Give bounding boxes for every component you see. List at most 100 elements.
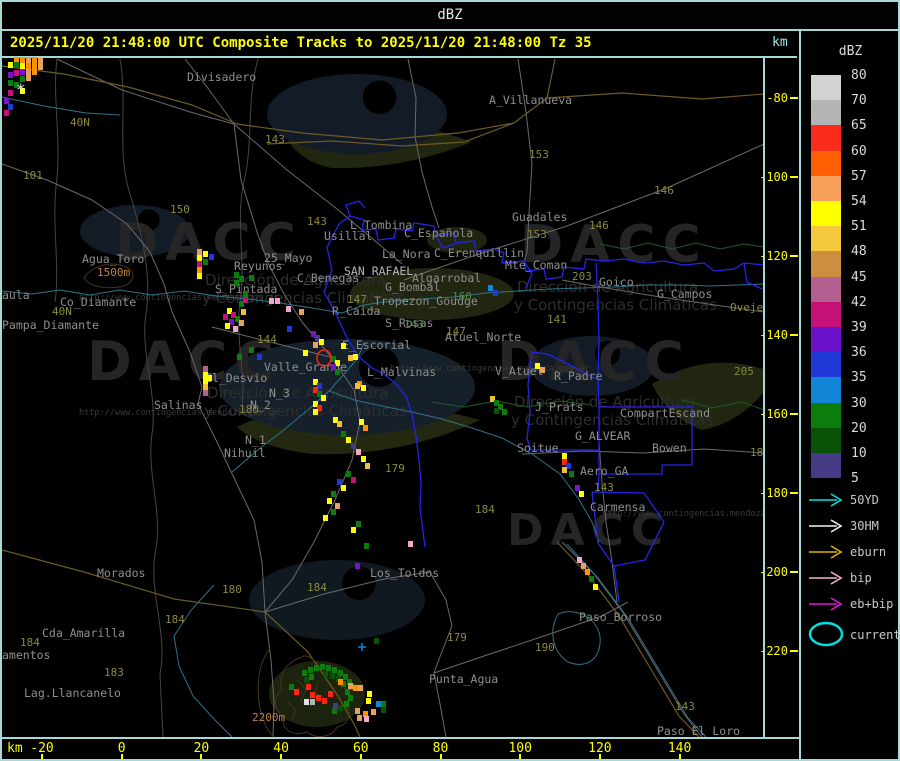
road-number-label: 160 [452, 290, 472, 303]
echo-cell [8, 80, 13, 86]
current-ellipse-icon [808, 621, 844, 647]
echo-cell [355, 563, 360, 569]
road-number-label: 141 [547, 313, 567, 326]
bottom-axis-unit: km [7, 741, 23, 756]
echo-cell [313, 342, 318, 348]
road-number-label: 179 [385, 462, 405, 475]
right-axis-tick-mark [790, 255, 798, 257]
bottom-axis-tick-mark [678, 754, 681, 759]
echo-cell [203, 390, 208, 396]
echo-cell [32, 69, 37, 75]
echo-cell [331, 509, 336, 515]
echo-cell [359, 419, 364, 425]
echo-cell [314, 665, 319, 671]
scale-value-label: 35 [851, 370, 867, 386]
echo-cell [4, 110, 9, 116]
echo-cell [322, 698, 327, 704]
place-label: N_3 [269, 386, 290, 400]
scale-color-block [811, 100, 841, 126]
echo-cell [26, 75, 31, 81]
echo-cell [239, 320, 244, 326]
bottom-axis-tick-mark [200, 754, 203, 759]
echo-cell [209, 254, 214, 260]
place-label: Agua_Toro [82, 252, 144, 266]
echo-cell [38, 64, 43, 70]
road-number-label: 184 [165, 613, 185, 626]
place-label: J_Prats [535, 400, 583, 414]
echo-cell [321, 395, 326, 401]
right-axis-tick-mark [790, 97, 798, 99]
echo-cell [502, 409, 507, 415]
echo-cell [367, 691, 372, 697]
echo-cell [365, 463, 370, 469]
road-number-label: 143 [307, 215, 327, 228]
road-line [184, 58, 235, 125]
place-label: Nihuil [224, 446, 266, 460]
echo-cell [540, 367, 545, 373]
place-label: R_Padre [554, 369, 603, 383]
right-axis-tick-label: -120 [759, 249, 788, 263]
scale-value-label: 54 [851, 194, 867, 209]
scale-color-block [811, 201, 841, 227]
echo-cell [275, 298, 280, 304]
echo-cell [363, 425, 368, 431]
echo-cell [577, 557, 582, 563]
scale-value-label: 42 [851, 294, 867, 310]
place-label: G_ALVEAR [575, 429, 630, 443]
echo-cell [26, 69, 31, 75]
scale-value-label: 80 [851, 68, 867, 83]
echo-cell [249, 275, 254, 281]
echo-cell [234, 280, 239, 286]
place-label: Guadales [512, 210, 567, 224]
place-label: CompartEscand [620, 406, 710, 420]
echo-cell [304, 677, 309, 683]
echo-cell [308, 667, 313, 673]
echo-cell [341, 431, 346, 437]
scale-value-label: 20 [851, 420, 867, 436]
echo-cell [249, 347, 254, 353]
road-number-label: 153 [529, 148, 549, 161]
place-label: Punta_Agua [429, 672, 498, 686]
scale-title: dBZ [838, 44, 863, 59]
echo-cell [366, 698, 371, 704]
echo-cell [304, 699, 309, 705]
scale-value-label: 30 [851, 395, 867, 411]
scale-color-block [811, 276, 841, 302]
place-label: Bowen [652, 441, 687, 455]
road-number-label: 143 [265, 133, 285, 146]
road-number-label: 144 [257, 333, 277, 346]
legend-label-current: current [850, 628, 900, 642]
right-axis-tick-label: -220 [759, 644, 788, 658]
echo-cell [408, 541, 413, 547]
road-number-label: 203 [572, 270, 592, 283]
river-line [173, 584, 233, 737]
echo-cell [562, 467, 567, 473]
scale-value-label: 10 [851, 446, 867, 461]
eburn-arrow-icon [809, 545, 843, 559]
place-label: Usillal [324, 229, 372, 243]
echo-cell [364, 543, 369, 549]
dacc-watermark-text: DACC [497, 330, 691, 393]
echo-cell [579, 491, 584, 497]
echo-cell [371, 709, 376, 715]
echo-cell [257, 354, 262, 360]
scale-color-block [811, 301, 841, 327]
road-number-label: 150 [170, 203, 190, 216]
echo-cell [328, 691, 333, 697]
echo-cell [310, 699, 315, 705]
echo-cell [26, 57, 31, 63]
echo-cell [225, 323, 230, 329]
scale-value-label: 51 [851, 219, 867, 235]
scale-color-block [811, 352, 841, 378]
scale-color-block [811, 125, 841, 151]
echo-cell [330, 673, 335, 679]
echo-cell [289, 684, 294, 690]
place-label: Salinas [154, 398, 202, 412]
echo-cell [331, 491, 336, 497]
right-axis-tick-mark [790, 413, 798, 415]
echo-cell [333, 703, 338, 709]
echo-cell [346, 471, 351, 477]
echo-cell [374, 638, 379, 644]
bottom-axis-tick-mark [359, 754, 362, 759]
scale-color-block [811, 251, 841, 277]
